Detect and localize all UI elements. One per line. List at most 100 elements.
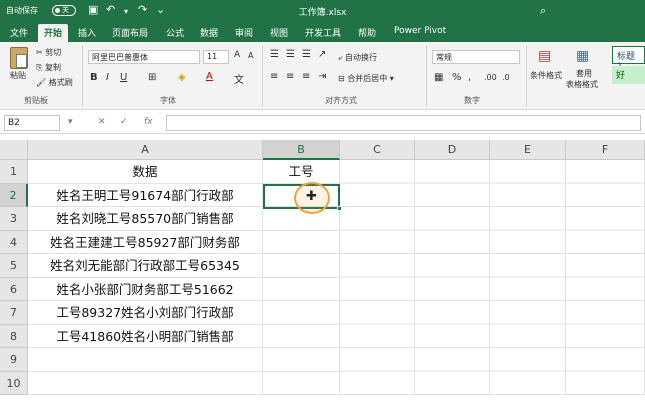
align-top-icon[interactable]: ☰	[270, 49, 279, 60]
align-left-icon[interactable]: ≡	[270, 71, 278, 82]
column-header-d[interactable]: D	[415, 140, 490, 160]
row-header[interactable]: 6	[0, 277, 28, 301]
format-painter-button[interactable]: 🖌 格式刷	[36, 77, 73, 88]
row-header[interactable]: 10	[0, 371, 28, 395]
cancel-icon[interactable]: ✕	[98, 117, 106, 127]
empty-column-c[interactable]	[340, 160, 415, 395]
cell-b10[interactable]	[263, 371, 340, 395]
fill-handle[interactable]	[337, 205, 342, 211]
conditional-format-icon[interactable]: ▤	[538, 48, 551, 64]
row-header[interactable]: 9	[0, 348, 28, 372]
cell-b1[interactable]: 工号	[263, 160, 340, 184]
font-size-select[interactable]: 11	[203, 50, 229, 64]
insert-function-icon[interactable]: fx	[144, 117, 153, 127]
tab-view[interactable]: 视图	[270, 26, 288, 39]
italic-icon[interactable]: I	[106, 72, 109, 83]
column-header-c[interactable]: C	[340, 140, 415, 160]
tab-home[interactable]: 开始	[38, 24, 69, 42]
cell-b8[interactable]	[263, 324, 340, 348]
name-box[interactable]: B2	[4, 115, 60, 131]
align-center-icon[interactable]: ≡	[286, 71, 294, 82]
percent-icon[interactable]: %	[452, 72, 462, 83]
increase-decimal-icon[interactable]: .00	[484, 73, 497, 82]
empty-column-f[interactable]	[566, 160, 645, 395]
tab-developer[interactable]: 开发工具	[305, 26, 341, 39]
row-header[interactable]: 7	[0, 301, 28, 325]
cell-a8[interactable]: 工号41860姓名小明部门销售部	[28, 324, 263, 348]
decrease-decimal-icon[interactable]: .0	[502, 73, 510, 82]
decrease-font-icon[interactable]: A	[248, 51, 253, 60]
formula-input[interactable]	[166, 115, 641, 131]
cell-a10[interactable]	[28, 371, 263, 395]
align-middle-icon[interactable]: ☰	[286, 49, 295, 60]
enter-icon[interactable]: ✓	[120, 117, 128, 127]
row-header[interactable]: 8	[0, 324, 28, 348]
select-all-corner[interactable]	[0, 140, 28, 160]
cell-a5[interactable]: 姓名刘无能部门行政部工号65345	[28, 254, 263, 278]
align-right-icon[interactable]: ≡	[302, 71, 310, 82]
paste-button[interactable]: 粘贴	[10, 70, 26, 81]
column-header-f[interactable]: F	[566, 140, 645, 160]
increase-font-icon[interactable]: A	[234, 50, 240, 60]
cell-a2[interactable]: 姓名王明工号91674部门行政部	[28, 183, 263, 207]
format-as-table-icon[interactable]: ▦	[576, 48, 589, 64]
fill-color-icon[interactable]: ◈	[178, 72, 186, 83]
cell-a1[interactable]: 数据	[28, 160, 263, 184]
phonetic-icon[interactable]: 文	[234, 71, 244, 86]
cut-button[interactable]: ✂ 剪切	[36, 47, 61, 58]
tab-formulas[interactable]: 公式	[166, 26, 184, 39]
orientation-icon[interactable]: ↗	[318, 49, 326, 60]
copy-button[interactable]: ⎘ 复制	[36, 62, 61, 73]
comma-icon[interactable]: ,	[468, 72, 471, 83]
ribbon-separator	[526, 46, 527, 106]
cell-b4[interactable]	[263, 230, 340, 254]
cell-a4[interactable]: 姓名王建建工号85927部门财务部	[28, 230, 263, 254]
cell-b9[interactable]	[263, 348, 340, 372]
document-title: 工作簿.xlsx	[298, 8, 347, 18]
cell-a9[interactable]	[28, 348, 263, 372]
currency-icon[interactable]: ▦	[434, 72, 443, 83]
wrap-text-button[interactable]: ⤶ 自动换行	[338, 52, 377, 63]
row-header[interactable]: 5	[0, 254, 28, 278]
empty-column-d[interactable]	[415, 160, 490, 395]
font-name-select[interactable]: 阿里巴巴普惠体	[88, 50, 200, 64]
align-bottom-icon[interactable]: ☰	[302, 49, 311, 60]
cell-b5[interactable]	[263, 254, 340, 278]
font-color-icon[interactable]: A	[206, 71, 213, 82]
cell-a7[interactable]: 工号89327姓名小刘部门行政部	[28, 301, 263, 325]
indent-icon[interactable]: ⇥	[318, 71, 326, 82]
cell-b7[interactable]	[263, 301, 340, 325]
row-header[interactable]: 3	[0, 207, 28, 231]
number-format-select[interactable]: 常规	[432, 50, 520, 64]
format-as-table-line1[interactable]: 套用	[576, 68, 592, 79]
paste-icon[interactable]	[10, 47, 28, 69]
cell-a3[interactable]: 姓名刘晓工号85570部门销售部	[28, 207, 263, 231]
format-as-table-line2[interactable]: 表格格式	[566, 79, 598, 90]
underline-icon[interactable]: U	[120, 72, 127, 83]
column-header-b[interactable]: B	[263, 140, 340, 160]
namebox-dropdown-icon[interactable]: ▾	[68, 117, 73, 127]
column-header-e[interactable]: E	[490, 140, 566, 160]
row-header[interactable]: 2	[0, 183, 28, 207]
tab-page-layout[interactable]: 页面布局	[112, 26, 148, 39]
tab-data[interactable]: 数据	[200, 26, 218, 39]
conditional-format-button[interactable]: 条件格式	[530, 70, 562, 81]
tab-power-pivot[interactable]: Power Pivot	[394, 26, 446, 36]
column-header-a[interactable]: A	[28, 140, 263, 160]
cell-b6[interactable]	[263, 277, 340, 301]
tab-review[interactable]: 审阅	[235, 26, 253, 39]
borders-icon[interactable]: ⊞	[148, 72, 156, 83]
row-header[interactable]: 1	[0, 160, 28, 184]
bold-icon[interactable]: B	[90, 72, 98, 83]
cell-a6[interactable]: 姓名小张部门财务部工号51662	[28, 277, 263, 301]
merge-center-button[interactable]: ⊟ 合并后居中 ▾	[338, 73, 394, 84]
tab-help[interactable]: 帮助	[358, 26, 376, 39]
tab-insert[interactable]: 插入	[78, 26, 96, 39]
ribbon-separator	[426, 46, 427, 106]
tab-file[interactable]: 文件	[10, 26, 28, 39]
style-good[interactable]: 好	[612, 66, 645, 84]
empty-column-e[interactable]	[490, 160, 566, 395]
search-icon[interactable]: ⌕	[540, 4, 546, 18]
style-heading1[interactable]: 标题 1	[612, 46, 645, 72]
row-header[interactable]: 4	[0, 230, 28, 254]
